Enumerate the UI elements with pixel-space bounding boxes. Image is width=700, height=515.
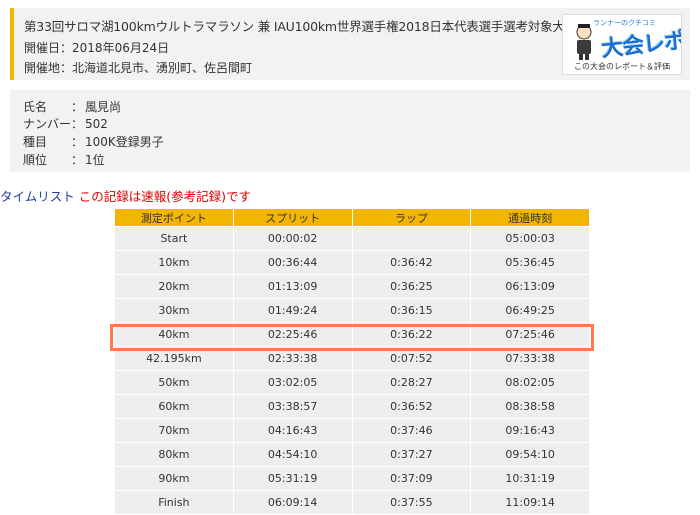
runner-rank-value: 1位 [85, 153, 105, 167]
race-venue: 開催地：北海道北見市、湧別町、佐呂間町 [24, 59, 252, 76]
header-passage-time: 通過時刻 [470, 208, 590, 227]
table-row: 80km 04:54:10 0:37:27 09:54:10 [114, 442, 590, 467]
cell-lap: 0:36:15 [351, 298, 472, 323]
cell-lap: 0:36:42 [351, 250, 472, 275]
preliminary-record-note: この記録は速報(参考記録)です [78, 189, 252, 204]
cell-checkpoint: Start [114, 226, 234, 251]
cell-lap: 0:36:22 [351, 322, 472, 347]
cell-passage: 06:13:09 [470, 274, 590, 299]
runner-name-value: 風見尚 [85, 100, 122, 114]
cell-lap: 0:28:27 [351, 370, 472, 395]
header-lap: ラップ [351, 208, 472, 227]
cell-split: 01:49:24 [232, 298, 353, 323]
runner-mascot-icon [576, 24, 592, 60]
cell-lap: 0:37:46 [351, 418, 472, 443]
cell-passage: 08:38:58 [470, 394, 590, 419]
cell-checkpoint: 40km [114, 322, 234, 347]
cell-passage: 05:36:45 [470, 250, 590, 275]
runner-name-row: 氏名 ：風見尚 [23, 98, 121, 115]
cell-split: 06:09:14 [232, 490, 353, 515]
cell-split: 00:36:44 [232, 250, 353, 275]
cell-lap: 0:37:27 [351, 442, 472, 467]
cell-passage: 06:49:25 [470, 298, 590, 323]
cell-split: 04:54:10 [232, 442, 353, 467]
cell-split: 02:25:46 [232, 322, 353, 347]
table-row: Finish 06:09:14 0:37:55 11:09:14 [114, 490, 590, 515]
cell-checkpoint: 10km [114, 250, 234, 275]
cell-lap: 0:37:55 [351, 490, 472, 515]
table-row: 30km 01:49:24 0:36:15 06:49:25 [114, 298, 590, 323]
runner-number-row: ナンバー： 502 [23, 115, 108, 132]
race-report-banner[interactable]: ランナーのクチコミ 大会レポ この大会のレポート＆評価 [562, 14, 682, 75]
cell-checkpoint: 60km [114, 394, 234, 419]
runner-category-value: 100K登録男子 [85, 135, 164, 149]
race-venue-value: 北海道北見市、湧別町、佐呂間町 [72, 61, 253, 75]
race-date: 開催日：2018年06月24日 [24, 39, 169, 56]
cell-split: 04:16:43 [232, 418, 353, 443]
cell-lap [351, 226, 472, 251]
runner-info: 氏名：風見尚 ナンバー： 502 種目： 100K登録男子 順位： 1位 [10, 90, 690, 172]
table-row: 10km 00:36:44 0:36:42 05:36:45 [114, 250, 590, 275]
cell-checkpoint: 30km [114, 298, 234, 323]
cell-lap: 0:36:52 [351, 394, 472, 419]
cell-checkpoint: 70km [114, 418, 234, 443]
cell-passage: 11:09:14 [470, 490, 590, 515]
splits-table-container: 測定ポイント スプリット ラップ 通過時刻 Start 00:00:02 05:00… [114, 208, 590, 515]
splits-table: 測定ポイント スプリット ラップ 通過時刻 Start 00:00:02 05:00… [114, 208, 590, 515]
cell-split: 00:00:02 [232, 226, 353, 251]
cell-checkpoint: 20km [114, 274, 234, 299]
cell-checkpoint: 80km [114, 442, 234, 467]
header-checkpoint: 測定ポイント [114, 208, 234, 227]
banner-footer-text: この大会のレポート＆評価 [574, 62, 670, 71]
runner-rank-row: 順位 ： 1位 [23, 151, 105, 168]
cell-checkpoint: 50km [114, 370, 234, 395]
header-split: スプリット [232, 208, 353, 227]
banner-main-text: 大会レポ [600, 28, 682, 63]
cell-split: 03:02:05 [232, 370, 353, 395]
runner-name-separator: ： [71, 100, 84, 114]
race-venue-separator: ： [60, 61, 73, 75]
table-row: 20km 01:13:09 0:36:25 06:13:09 [114, 274, 590, 299]
runner-number-value: 502 [85, 117, 108, 131]
race-date-label: 開催日 [24, 41, 61, 55]
cell-passage: 09:16:43 [470, 418, 590, 443]
runner-name-label: 氏名 [23, 100, 48, 114]
runner-rank-separator: ： [71, 153, 84, 167]
cell-passage: 07:33:38 [470, 346, 590, 371]
cell-split: 01:13:09 [232, 274, 353, 299]
cell-lap: 0:36:25 [351, 274, 472, 299]
race-header: 第33回サロマ湖100kmウルトラマラソン 兼 IAU100km世界選手権201… [10, 8, 690, 80]
runner-number-separator: ： [71, 117, 84, 131]
cell-split: 02:33:38 [232, 346, 353, 371]
table-row-marathon-highlighted: 42.195km 02:33:38 0:07:52 07:33:38 [114, 346, 590, 371]
time-list-link[interactable]: タイムリスト [0, 189, 75, 204]
table-row: 40km 02:25:46 0:36:22 07:25:46 [114, 322, 590, 347]
runner-number-label: ナンバー [23, 117, 72, 131]
runner-category-separator: ： [71, 135, 84, 149]
table-row: 50km 03:02:05 0:28:27 08:02:05 [114, 370, 590, 395]
race-title: 第33回サロマ湖100kmウルトラマラソン 兼 IAU100km世界選手権201… [24, 19, 578, 34]
cell-passage: 05:00:03 [470, 226, 590, 251]
cell-passage: 07:25:46 [470, 322, 590, 347]
splits-header-row: 測定ポイント スプリット ラップ 通過時刻 [114, 208, 590, 227]
cell-lap: 0:07:52 [351, 346, 472, 371]
table-row: Start 00:00:02 05:00:03 [114, 226, 590, 251]
cell-passage: 08:02:05 [470, 370, 590, 395]
runner-category-row: 種目 ： 100K登録男子 [23, 133, 164, 150]
runner-rank-label: 順位 [23, 153, 48, 167]
cell-checkpoint: 42.195km [114, 346, 234, 371]
race-date-value: 2018年06月24日 [72, 41, 170, 55]
race-date-separator: ： [60, 41, 73, 55]
cell-split: 03:38:57 [232, 394, 353, 419]
time-list-heading: タイムリスト この記録は速報(参考記録)です [0, 186, 251, 205]
cell-checkpoint: Finish [114, 490, 234, 515]
table-row: 70km 04:16:43 0:37:46 09:16:43 [114, 418, 590, 443]
runner-category-label: 種目 [23, 135, 48, 149]
table-row: 60km 03:38:57 0:36:52 08:38:58 [114, 394, 590, 419]
cell-passage: 09:54:10 [470, 442, 590, 467]
race-venue-label: 開催地 [24, 61, 61, 75]
